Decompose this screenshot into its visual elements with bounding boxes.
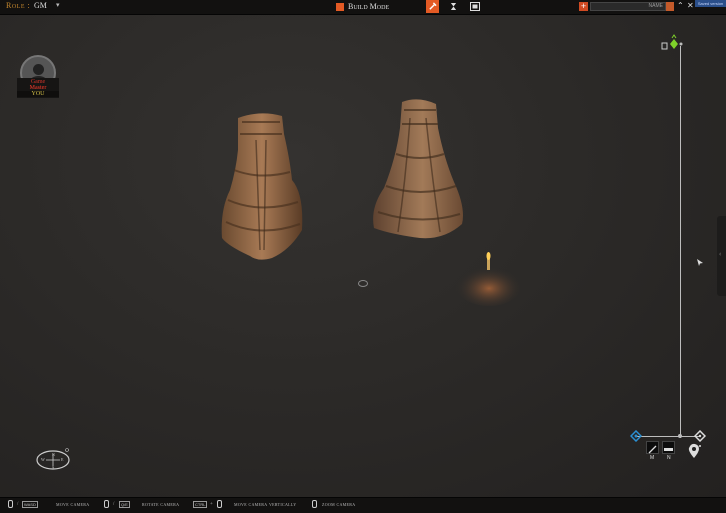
hint-move-camera: move camera bbox=[56, 503, 90, 508]
rock-tower-left[interactable] bbox=[220, 110, 306, 262]
mouse-icon bbox=[104, 500, 109, 508]
compass-n: N bbox=[52, 452, 55, 457]
mouse-icon bbox=[217, 500, 222, 508]
minus-icon bbox=[664, 448, 673, 451]
search-button[interactable] bbox=[666, 2, 674, 11]
mouse-icon bbox=[8, 500, 13, 508]
build-mode-label: Build Mode bbox=[348, 2, 390, 11]
gizmo-top[interactable] bbox=[660, 34, 688, 52]
add-button[interactable]: + bbox=[579, 2, 588, 11]
tool-key-m: M bbox=[650, 455, 655, 461]
top-toolbar: Role : GM ▾ Build Mode + NAME ⌃ ✕ Saved … bbox=[0, 0, 726, 15]
close-icon[interactable]: ✕ bbox=[687, 1, 694, 10]
chevron-down-icon[interactable]: ▾ bbox=[56, 1, 60, 9]
compass-w: W bbox=[41, 457, 45, 462]
gizmo-center-dot bbox=[678, 434, 682, 438]
role-value[interactable]: GM bbox=[34, 1, 47, 10]
map-pin-icon[interactable] bbox=[688, 443, 702, 459]
hint-move-camera-vertically: move camera vertically bbox=[234, 503, 297, 508]
rotate-icon[interactable] bbox=[630, 430, 642, 442]
measure-tool-button[interactable] bbox=[646, 441, 659, 454]
gizmo-vertical-axis[interactable] bbox=[680, 46, 681, 438]
hammer-icon bbox=[429, 2, 437, 10]
film-button[interactable] bbox=[468, 0, 481, 13]
chevron-up-icon[interactable]: ⌃ bbox=[677, 1, 684, 10]
hint-rotate-camera: rotate camera bbox=[142, 503, 180, 508]
mouse-pointer-icon bbox=[697, 259, 703, 266]
line-icon bbox=[648, 445, 657, 454]
game-viewport[interactable] bbox=[0, 14, 726, 497]
tool-key-n: N bbox=[667, 455, 671, 461]
build-tool-button[interactable] bbox=[426, 0, 439, 13]
compass-s: S bbox=[52, 465, 54, 470]
compass-widget[interactable]: N S E W bbox=[36, 448, 70, 470]
hint-key-ctrl: CTRL bbox=[193, 501, 208, 508]
hourglass-button[interactable] bbox=[447, 0, 460, 13]
candle-light[interactable] bbox=[454, 246, 524, 308]
hint-key-wasd: WASD bbox=[22, 501, 38, 508]
avatar-label: Game Master YOU bbox=[17, 78, 59, 98]
hint-zoom-camera: zoom camera bbox=[322, 503, 356, 508]
controls-hint-bar: / WASD move camera / Q/E rotate camera C… bbox=[0, 497, 726, 513]
mouse-scroll-icon bbox=[312, 500, 317, 508]
hourglass-icon bbox=[450, 3, 457, 10]
status-badge: Saved version bbox=[695, 0, 726, 7]
build-mode-indicator-icon bbox=[336, 3, 344, 11]
compass-e: E bbox=[61, 457, 64, 462]
hint-key-qe: Q/E bbox=[119, 501, 130, 508]
gizmo-horizontal-axis[interactable] bbox=[637, 436, 700, 437]
ground-cursor-marker bbox=[358, 280, 368, 287]
avatar-line3: YOU bbox=[17, 91, 59, 97]
move-handle-icon[interactable] bbox=[694, 430, 706, 442]
rock-tower-right[interactable] bbox=[370, 98, 466, 240]
role-label: Role : bbox=[6, 1, 31, 10]
avatar[interactable]: Game Master YOU bbox=[17, 55, 59, 99]
film-icon bbox=[469, 2, 480, 11]
search-input[interactable]: NAME bbox=[590, 2, 666, 11]
flatten-tool-button[interactable] bbox=[662, 441, 675, 454]
